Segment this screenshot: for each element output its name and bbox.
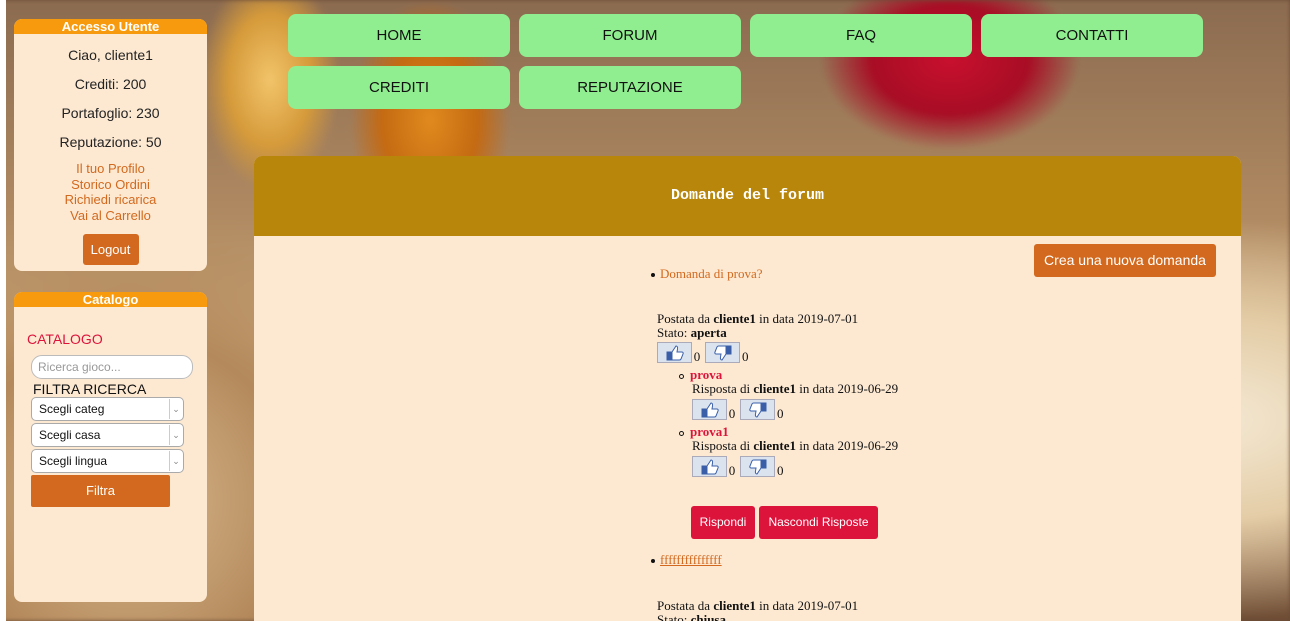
- chevron-down-icon: ⌄: [169, 425, 182, 445]
- answer-date: 2019-06-29: [837, 381, 899, 396]
- thumbs-down-icon: [749, 402, 767, 418]
- question-title-link[interactable]: fffffffffffffff: [660, 552, 722, 567]
- answer-item: prova Risposta di cliente1 in data 2019-…: [679, 368, 898, 396]
- answer-title: prova: [690, 367, 723, 382]
- question-meta: Postata da cliente1 in data 2019-07-01 S…: [657, 312, 858, 340]
- dislike-count: 0: [777, 406, 784, 421]
- nav-forum[interactable]: FORUM: [519, 14, 741, 57]
- chevron-down-icon: ⌄: [169, 451, 182, 471]
- language-select-value: Scegli lingua: [39, 454, 108, 468]
- dislike-button[interactable]: [705, 342, 741, 363]
- state-label: Stato:: [657, 612, 688, 621]
- new-question-button[interactable]: Crea una nuova domanda: [1034, 244, 1216, 277]
- page-title: Domande del forum: [254, 156, 1241, 236]
- thumbs-up-icon: [666, 345, 684, 361]
- user-panel-title: Accesso Utente: [14, 19, 207, 34]
- filter-button[interactable]: Filtra: [31, 475, 170, 507]
- dislike-button[interactable]: [740, 456, 776, 477]
- thumbs-up-icon: [701, 402, 719, 418]
- thumbs-up-icon: [701, 459, 719, 475]
- publisher-select[interactable]: Scegli casa ⌄: [31, 423, 184, 447]
- language-select[interactable]: Scegli lingua ⌄: [31, 449, 184, 473]
- answer-date: 2019-06-29: [837, 438, 899, 453]
- user-credits: Crediti: 200: [74, 76, 147, 92]
- like-button[interactable]: [692, 399, 727, 420]
- reply-button[interactable]: Rispondi: [691, 506, 755, 539]
- circle-bullet-icon: [679, 373, 684, 379]
- profile-link[interactable]: Il tuo Profilo: [14, 161, 207, 177]
- question-votes: 0 0: [657, 342, 750, 363]
- like-count: 0: [728, 463, 736, 478]
- posted-prefix: Postata da: [657, 598, 711, 613]
- question-title-link[interactable]: Domanda di prova?: [660, 266, 763, 281]
- like-button[interactable]: [657, 342, 692, 363]
- user-access-panel: Accesso Utente Ciao, cliente1 Crediti: 2…: [14, 19, 207, 271]
- circle-bullet-icon: [679, 430, 684, 436]
- like-count: 0: [728, 406, 736, 421]
- question-meta: Postata da cliente1 in data 2019-07-01 S…: [657, 599, 858, 621]
- answer-votes: 0 0: [692, 399, 785, 420]
- bullet-icon: [651, 559, 655, 564]
- nav-crediti[interactable]: CREDITI: [288, 66, 510, 109]
- forum-main: Domande del forum Crea una nuova domanda…: [254, 156, 1241, 621]
- logout-button[interactable]: Logout: [82, 234, 139, 265]
- user-greeting: Ciao, cliente1: [68, 47, 153, 63]
- question-date: 2019-07-01: [797, 311, 859, 326]
- catalog-panel-title: Catalogo: [14, 292, 207, 307]
- question-date: 2019-07-01: [797, 598, 859, 613]
- cart-link[interactable]: Vai al Carrello: [14, 208, 207, 224]
- thumbs-down-icon: [749, 459, 767, 475]
- state-label: Stato:: [657, 325, 688, 340]
- dislike-count: 0: [742, 349, 749, 364]
- hide-answers-button[interactable]: Nascondi Risposte: [759, 506, 878, 539]
- question-state: aperta: [690, 325, 727, 340]
- page-edge: [0, 0, 6, 621]
- nav-faq[interactable]: FAQ: [750, 14, 972, 57]
- question-item: Domanda di prova?: [651, 266, 763, 282]
- request-topup-link[interactable]: Richiedi ricarica: [14, 192, 207, 208]
- date-prefix: in data: [759, 311, 795, 326]
- answer-item: prova1 Risposta di cliente1 in data 2019…: [679, 425, 898, 453]
- chevron-down-icon: ⌄: [169, 399, 182, 419]
- category-select[interactable]: Scegli categ ⌄: [31, 397, 184, 421]
- nav-home[interactable]: HOME: [288, 14, 510, 57]
- answer-prefix: Risposta di: [692, 381, 751, 396]
- answer-votes: 0 0: [692, 456, 785, 477]
- question-author: cliente1: [713, 598, 756, 613]
- like-count: 0: [693, 349, 701, 364]
- answer-date-prefix: in data: [799, 438, 835, 453]
- answer-title: prova1: [690, 424, 729, 439]
- answer-author: cliente1: [753, 438, 796, 453]
- question-author: cliente1: [713, 311, 756, 326]
- user-links: Il tuo Profilo Storico Ordini Richiedi r…: [14, 161, 207, 223]
- user-wallet: Portafoglio: 230: [61, 105, 160, 121]
- filter-label: FILTRA RICERCA: [33, 381, 147, 397]
- like-button[interactable]: [692, 456, 727, 477]
- catalog-panel: Catalogo CATALOGO Ricerca gioco... FILTR…: [14, 292, 207, 602]
- answer-author: cliente1: [753, 381, 796, 396]
- search-input[interactable]: Ricerca gioco...: [31, 355, 193, 379]
- question-state: chiusa: [690, 612, 726, 621]
- catalog-heading[interactable]: CATALOGO: [27, 331, 207, 347]
- date-prefix: in data: [759, 598, 795, 613]
- thumbs-down-icon: [714, 345, 732, 361]
- posted-prefix: Postata da: [657, 311, 711, 326]
- bullet-icon: [651, 273, 655, 278]
- nav-contatti[interactable]: CONTATTI: [981, 14, 1203, 57]
- answer-prefix: Risposta di: [692, 438, 751, 453]
- category-select-value: Scegli categ: [39, 402, 105, 416]
- question-item: fffffffffffffff: [651, 552, 722, 568]
- answer-date-prefix: in data: [799, 381, 835, 396]
- nav-reputazione[interactable]: REPUTAZIONE: [519, 66, 741, 109]
- dislike-count: 0: [777, 463, 784, 478]
- dislike-button[interactable]: [740, 399, 776, 420]
- publisher-select-value: Scegli casa: [39, 428, 101, 442]
- user-reputation: Reputazione: 50: [59, 134, 162, 150]
- order-history-link[interactable]: Storico Ordini: [14, 177, 207, 193]
